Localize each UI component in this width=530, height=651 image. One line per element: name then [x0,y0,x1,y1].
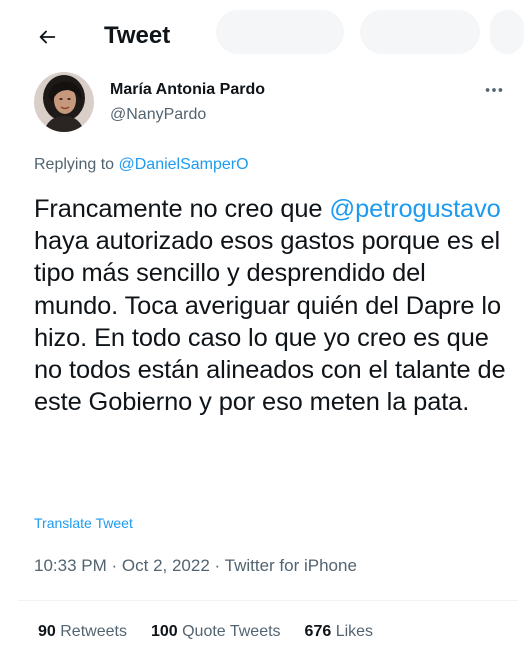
blurred-region [490,10,524,54]
tweet-author: María Antonia Pardo @NanyPardo [34,72,504,132]
top-bar: Tweet [0,0,530,70]
more-options-button[interactable] [480,76,508,104]
tweet-source[interactable]: Twitter for iPhone [225,556,357,575]
mention-link[interactable]: @petrogustavo [329,195,500,223]
tweet-text-part: haya autorizado esos gastos porque es el… [34,227,506,417]
meta-separator: · [214,556,221,575]
retweets-count: 90 [38,623,56,640]
replying-to: Replying to @DanielSamperO [34,155,249,175]
tweet-text: Francamente no creo que @petrogustavo ha… [34,193,514,418]
author-handle[interactable]: @NanyPardo [110,105,206,125]
translate-tweet-link[interactable]: Translate Tweet [34,514,133,532]
author-name[interactable]: María Antonia Pardo [110,80,265,100]
more-horizontal-icon [485,88,503,92]
replying-prefix: Replying to [34,156,115,173]
blurred-region [216,10,344,54]
back-button[interactable] [30,20,64,54]
retweets-stat[interactable]: 90 Retweets [38,622,127,642]
arrow-left-icon [39,30,56,44]
tweet-text-part: Francamente no creo que [34,195,330,223]
quote-tweets-label: Quote Tweets [182,623,281,640]
tweet-date[interactable]: Oct 2, 2022 [122,556,210,575]
meta-separator: · [111,556,118,575]
retweets-label: Retweets [60,623,127,640]
likes-stat[interactable]: 676 Likes [305,622,374,642]
tweet-stats: 90 Retweets 100 Quote Tweets 676 Likes [38,622,373,642]
blurred-region [360,10,480,54]
likes-label: Likes [335,623,374,640]
quote-tweets-count: 100 [150,623,178,640]
avatar[interactable] [34,72,94,132]
page-title: Tweet [104,22,171,49]
profile-photo-icon [34,72,94,132]
quote-tweets-stat[interactable]: 100 Quote Tweets [151,622,281,642]
divider [18,600,518,601]
tweet-time[interactable]: 10:33 PM [34,556,107,575]
likes-count: 676 [304,623,332,640]
tweet-metadata: 10:33 PM · Oct 2, 2022 · Twitter for iPh… [34,556,357,576]
reply-target-link[interactable]: @DanielSamperO [119,156,249,173]
